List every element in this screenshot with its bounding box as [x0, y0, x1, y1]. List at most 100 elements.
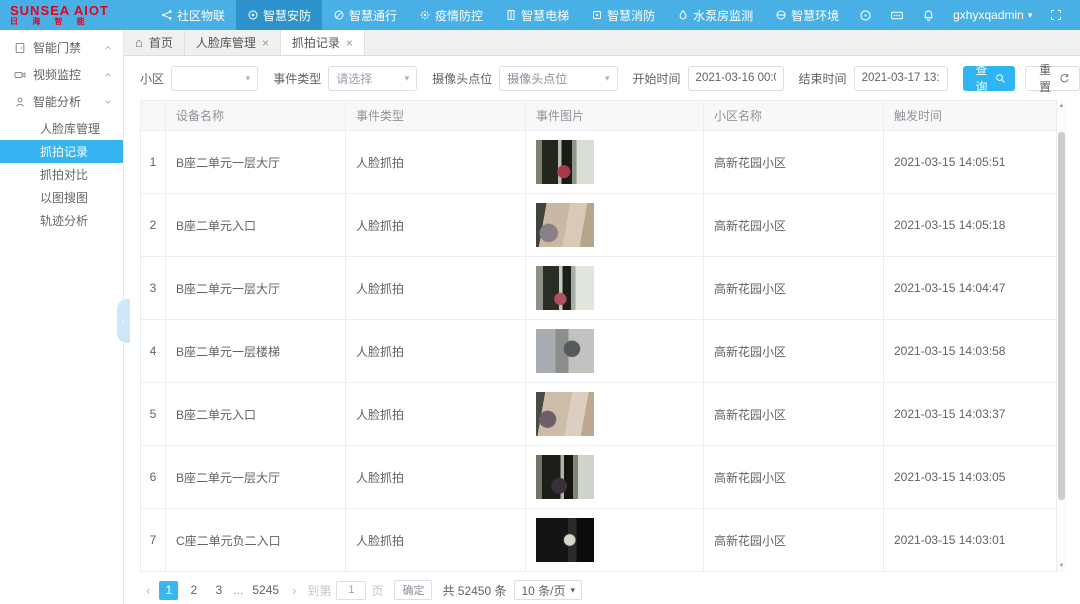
device-name-cell: B座二单元一层楼梯 — [166, 320, 346, 383]
chevron-up-icon — [103, 70, 113, 80]
scrollbar-thumb[interactable] — [1058, 132, 1065, 500]
event-type-cell: 人脸抓拍 — [346, 446, 526, 509]
community-iot-icon — [161, 9, 173, 21]
table-row: 4 B座二单元一层楼梯 人脸抓拍 高新花园小区 2021-03-15 14:03… — [141, 320, 1066, 383]
event-snapshot[interactable] — [536, 266, 594, 310]
event-type-cell: 人脸抓拍 — [346, 194, 526, 257]
camera-select-value: 摄像头点位 — [507, 70, 599, 87]
tab-face-library[interactable]: 人脸库管理 × — [185, 30, 281, 55]
col-event-type: 事件类型 — [346, 101, 526, 131]
message-icon[interactable] — [881, 9, 913, 22]
sidebar-subitem-label: 抓拍对比 — [40, 166, 88, 183]
start-time-input[interactable] — [688, 66, 784, 91]
event-snapshot[interactable] — [536, 392, 594, 436]
nav-item-label: 智慧环境 — [791, 7, 839, 24]
sidebar-subitem-image-search[interactable]: 以图搜图 — [0, 186, 123, 209]
community-cell: 高新花园小区 — [704, 509, 884, 572]
close-icon[interactable]: × — [262, 36, 269, 50]
nav-item-community-iot[interactable]: 社区物联 — [150, 0, 236, 30]
scroll-up-icon[interactable]: ▲ — [1057, 103, 1066, 109]
nav-item-smart-environment[interactable]: 智慧环境 — [764, 0, 850, 30]
sidebar-collapse-handle[interactable]: ‹ — [117, 299, 130, 343]
nav-item-smart-elevator[interactable]: 智慧电梯 — [494, 0, 580, 30]
page-button-3[interactable]: 3 — [209, 581, 228, 600]
close-icon[interactable]: × — [346, 36, 353, 50]
camera-select[interactable]: 摄像头点位 ▾ — [499, 66, 617, 91]
goto-page-input[interactable] — [336, 581, 366, 600]
sidebar-subitem-capture-records[interactable]: 抓拍记录 — [0, 140, 123, 163]
nav-item-smart-security[interactable]: 智慧安防 — [236, 0, 322, 30]
nav-item-smart-access[interactable]: 智慧通行 — [322, 0, 408, 30]
page-button-2[interactable]: 2 — [184, 581, 203, 600]
navbar-utilities: gxhyxqadmin ▾ — [850, 0, 1080, 30]
page-size-select[interactable]: 10 条/页 ▾ — [514, 580, 582, 600]
sidebar-subitem-capture-compare[interactable]: 抓拍对比 — [0, 163, 123, 186]
event-snapshot[interactable] — [536, 455, 594, 499]
sidebar-subitem-track-analysis[interactable]: 轨迹分析 — [0, 209, 123, 232]
table-scrollbar[interactable]: ▲ ▼ — [1056, 100, 1066, 572]
event-type-select[interactable]: 请选择 ▾ — [328, 66, 417, 91]
end-time-label: 结束时间 — [799, 70, 847, 87]
tab-capture-records[interactable]: 抓拍记录 × — [281, 30, 365, 55]
chevron-down-icon: ▾ — [405, 73, 410, 84]
event-snapshot[interactable] — [536, 140, 594, 184]
page-size-value: 10 条/页 — [521, 582, 565, 599]
nav-item-label: 疫情防控 — [435, 7, 483, 24]
event-snapshot[interactable] — [536, 329, 594, 373]
help-icon[interactable] — [850, 9, 881, 22]
trigger-time-cell: 2021-03-15 14:05:51 — [884, 131, 1066, 194]
page-button-last[interactable]: 5245 — [248, 581, 283, 600]
goto-confirm-button[interactable]: 确定 — [394, 580, 432, 600]
community-cell: 高新花园小区 — [704, 257, 884, 320]
community-select[interactable]: ▾ — [171, 66, 258, 91]
tab-label: 人脸库管理 — [196, 34, 256, 51]
sidebar-subitem-label: 抓拍记录 — [40, 143, 88, 160]
tab-home[interactable]: ⌂ 首页 — [124, 30, 185, 55]
reset-button[interactable]: 重置 — [1025, 66, 1080, 91]
brand-name-cn: 日 海 智 能 — [10, 18, 150, 26]
security-icon — [247, 9, 259, 21]
next-page-icon[interactable]: › — [286, 583, 302, 598]
fire-icon — [591, 9, 603, 21]
top-navbar: SUNSEA AIOT 日 海 智 能 社区物联 智慧安防 智慧通行 疫情防控 … — [0, 0, 1080, 30]
sidebar-item-video-monitor[interactable]: 视频监控 — [0, 61, 123, 88]
nav-item-pump-room-monitor[interactable]: 水泵房监测 — [666, 0, 764, 30]
nav-item-label: 智慧消防 — [607, 7, 655, 24]
page-ellipsis[interactable]: ... — [233, 583, 243, 597]
nav-item-epidemic-control[interactable]: 疫情防控 — [408, 0, 494, 30]
event-image-cell — [526, 194, 704, 257]
fullscreen-icon[interactable] — [1041, 9, 1071, 21]
search-button[interactable]: 查询 — [963, 66, 1016, 91]
sidebar-item-label: 视频监控 — [33, 66, 96, 83]
video-camera-icon — [14, 69, 26, 81]
sidebar-subitem-face-library[interactable]: 人脸库管理 — [0, 117, 123, 140]
event-type-select-value: 请选择 — [336, 70, 398, 87]
sidebar-item-smart-analysis[interactable]: 智能分析 — [0, 88, 123, 115]
event-snapshot[interactable] — [536, 518, 594, 562]
event-image-cell — [526, 383, 704, 446]
chevron-down-icon: ▾ — [246, 73, 251, 84]
camera-filter-label: 摄像头点位 — [432, 70, 492, 87]
username-label: gxhyxqadmin — [953, 8, 1024, 22]
chevron-down-icon: ▾ — [605, 73, 610, 84]
end-time-input[interactable] — [854, 66, 948, 91]
data-table: 设备名称 事件类型 事件图片 小区名称 触发时间 1 B座二单元一层大厅 人脸抓… — [140, 100, 1066, 572]
chevron-down-icon: ▾ — [1028, 10, 1033, 21]
scroll-down-icon[interactable]: ▼ — [1057, 563, 1066, 569]
capture-records-table: 设备名称 事件类型 事件图片 小区名称 触发时间 1 B座二单元一层大厅 人脸抓… — [140, 100, 1066, 572]
sidebar-item-door-access[interactable]: 智能门禁 — [0, 34, 123, 61]
nav-item-smart-fire[interactable]: 智慧消防 — [580, 0, 666, 30]
event-snapshot[interactable] — [536, 203, 594, 247]
announcement-icon[interactable] — [1071, 9, 1080, 22]
person-icon — [14, 96, 26, 108]
sidebar-subitem-label: 以图搜图 — [40, 189, 88, 206]
user-menu[interactable]: gxhyxqadmin ▾ — [944, 8, 1041, 22]
notification-bell-icon[interactable] — [913, 9, 944, 22]
event-type-cell: 人脸抓拍 — [346, 320, 526, 383]
row-index: 6 — [141, 446, 166, 509]
prev-page-icon[interactable]: ‹ — [140, 583, 156, 598]
community-cell: 高新花园小区 — [704, 446, 884, 509]
table-row: 7 C座二单元负二入口 人脸抓拍 高新花园小区 2021-03-15 14:03… — [141, 509, 1066, 572]
page-button-1[interactable]: 1 — [159, 581, 178, 600]
nav-item-label: 智慧电梯 — [521, 7, 569, 24]
